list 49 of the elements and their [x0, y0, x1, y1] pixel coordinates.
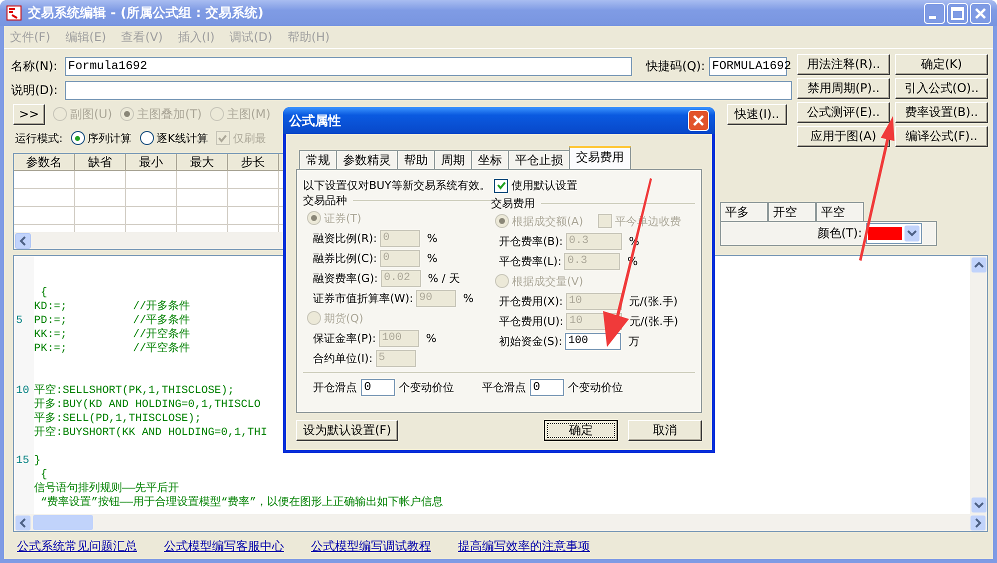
color-label: 颜色(T): — [817, 225, 862, 242]
description-label: 说明(D): — [11, 82, 59, 98]
name-label: 名称(N): — [11, 58, 58, 74]
field-label: 开仓费率(B): — [499, 234, 563, 248]
unit-label: 元/(张.手) — [628, 294, 678, 308]
shortcut-label: 快捷码(Q): — [646, 58, 705, 74]
field-label: 平仓费率(L): — [499, 254, 562, 268]
code-line: 平空:SELLSHORT(PK,1,THISCLOSE); — [34, 385, 234, 397]
unit-label: 个变动价位 — [399, 380, 454, 395]
unit-label: % — [426, 252, 438, 264]
unit-label: % — [463, 292, 474, 304]
field-label: 开仓滑点 — [313, 380, 357, 395]
dialog-title: 公式属性 — [289, 112, 341, 130]
unit-label: % — [426, 332, 436, 344]
notice-text: 以下设置仅对BUY等新交易系统有效。 — [303, 178, 490, 193]
code-line: KD:=; //开多条件 — [34, 301, 190, 313]
unit-label: 元/(张.手) — [629, 314, 678, 328]
field-label: 融资费率(G): — [313, 270, 378, 286]
unit-label: % / 天 — [428, 270, 460, 286]
code-line: PD:=; //平多条件 — [34, 315, 190, 327]
field-label: 保证金率(P): — [313, 330, 376, 346]
group-title: 交易品种 — [303, 193, 347, 208]
code-line: 平多:SELL(PD,1,THISCLOSE); — [34, 413, 202, 425]
group-title: 交易费用 — [491, 196, 535, 211]
field-label: 融券比例(C): — [313, 250, 377, 266]
field-label: 证券市值折算率(W): — [313, 290, 414, 306]
field-label: 开仓费用(X): — [499, 294, 563, 308]
field-label: 平仓滑点 — [482, 380, 526, 395]
run-mode-label: 运行模式: — [15, 130, 63, 146]
code-line: 开多:BUY(KD AND HOLDING=0,1,THISCLO — [34, 399, 261, 411]
unit-label: 个变动价位 — [568, 380, 623, 395]
field-label: 合约单位(I): — [313, 350, 373, 366]
unit-label: 万 — [628, 334, 640, 348]
line-number: 5 — [16, 314, 23, 328]
code-line: KK:=; //开空条件 — [34, 329, 190, 341]
code-line: 开空:BUYSHORT(KK AND HOLDING=0,1,THI — [34, 427, 268, 439]
code-line: PK:=; //平空条件 — [34, 343, 190, 355]
unit-label: % — [426, 232, 438, 244]
code-line: { — [40, 469, 48, 481]
window-title: 交易系统编辑 - (所属公式组 : 交易系统) — [28, 4, 265, 22]
code-line: “费率设置”按钮——用于合理设置模型“费率”，以便在图形上正确输出如下帐户信息 — [40, 497, 444, 509]
code-line: } — [34, 455, 41, 467]
code-line: { — [40, 287, 48, 299]
field-label: 融资比例(R): — [313, 230, 377, 246]
field-label: 平仓费用(U): — [499, 314, 564, 328]
field-label: 初始资金(S): — [499, 334, 562, 348]
code-line: 信号语句排列规则——先平后开 — [34, 483, 180, 495]
line-number: 10 — [16, 384, 30, 398]
line-number: 15 — [16, 454, 30, 468]
